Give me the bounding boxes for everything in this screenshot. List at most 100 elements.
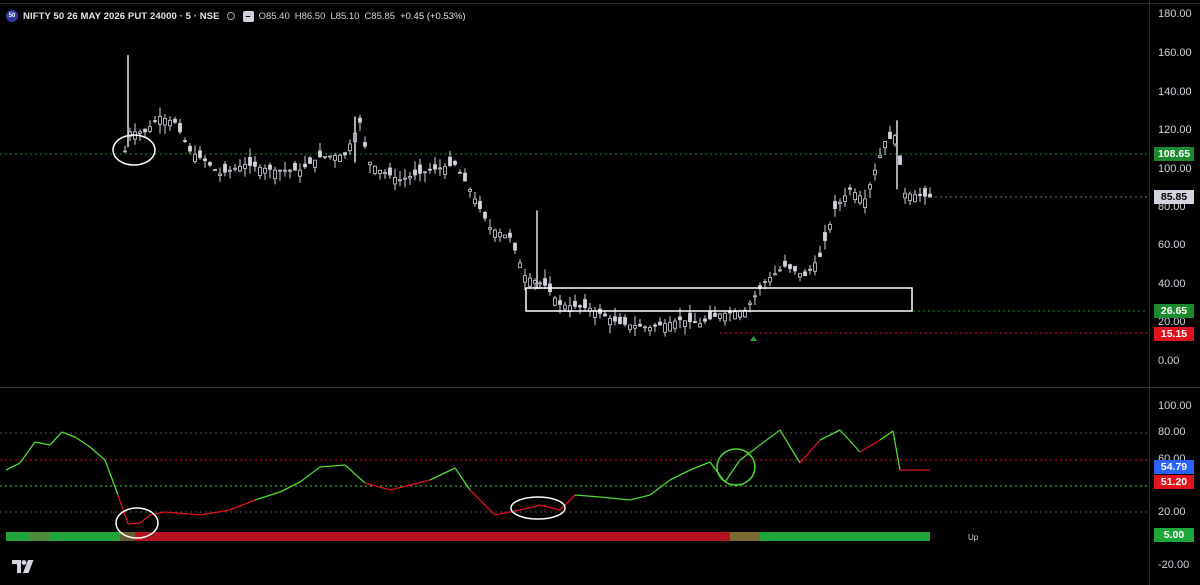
rsi-segment <box>139 514 151 524</box>
candle <box>403 168 407 188</box>
candle <box>508 228 512 243</box>
candle <box>423 171 427 183</box>
rsi-segment <box>279 481 301 493</box>
candle <box>548 276 552 296</box>
rsi-segment <box>61 431 76 438</box>
tradingview-logo-icon[interactable] <box>12 560 34 574</box>
candle <box>543 269 547 289</box>
price-label: 60.00 <box>1158 239 1186 251</box>
candle <box>358 114 362 132</box>
rsi-label: 100.00 <box>1158 400 1192 412</box>
rsi-segment <box>819 429 841 441</box>
candle <box>483 210 487 222</box>
candle <box>393 168 397 191</box>
candle <box>878 147 882 159</box>
candle <box>833 194 837 217</box>
candle <box>583 293 587 311</box>
candle <box>828 221 832 233</box>
market-status-icon[interactable] <box>226 12 235 20</box>
candle <box>913 190 917 203</box>
candle <box>473 191 477 207</box>
rsi-segment <box>859 439 881 453</box>
symbol-legend[interactable]: 50 NIFTY 50 26 MAY 2026 PUT 24000 · 5 · … <box>6 7 466 25</box>
rsi-segment <box>539 504 561 511</box>
candle <box>213 168 217 171</box>
candle <box>638 319 642 327</box>
rsi-segment <box>164 511 201 516</box>
rsi-line-series <box>5 429 930 525</box>
candle <box>838 198 842 212</box>
rsi-segment <box>299 466 321 483</box>
rsi-segment <box>34 441 51 446</box>
trend-value-tag: 5.00 <box>1154 528 1194 542</box>
candle <box>388 162 392 180</box>
candle <box>283 161 287 177</box>
candle <box>688 305 692 329</box>
high-price-tag: 108.65 <box>1154 147 1194 161</box>
candle <box>623 314 627 327</box>
symbol-title[interactable]: NIFTY 50 26 MAY 2026 PUT 24000 · 5 · NSE <box>23 11 220 22</box>
ohlc-close: C85.85 <box>364 10 396 22</box>
candle <box>503 234 507 239</box>
price-label: 40.00 <box>1158 278 1186 290</box>
rsi-segment <box>779 429 801 464</box>
low-price-tag: 15.15 <box>1154 327 1194 341</box>
candle <box>588 302 592 317</box>
up-arrow-marker <box>750 336 757 341</box>
candle <box>378 169 382 180</box>
candle <box>868 182 872 199</box>
collapse-icon[interactable]: – <box>242 10 254 22</box>
candle <box>698 317 702 328</box>
rsi-segment <box>19 441 36 464</box>
rsi-segment <box>5 462 21 471</box>
support-price-tag: 26.65 <box>1154 304 1194 318</box>
trend-ribbon-segment <box>6 532 30 541</box>
candle <box>628 324 632 333</box>
chart-canvas[interactable] <box>0 0 1200 585</box>
candle <box>253 155 257 172</box>
rsi-segment <box>629 494 651 501</box>
candle <box>218 167 222 182</box>
candle <box>288 169 292 179</box>
candle <box>333 152 337 168</box>
candle <box>398 171 402 187</box>
candle <box>418 158 422 182</box>
candle <box>313 159 317 173</box>
candle <box>173 116 177 124</box>
candle <box>488 219 492 235</box>
candle <box>513 242 517 254</box>
candle <box>318 142 322 159</box>
candle <box>863 189 867 214</box>
candle <box>858 190 862 206</box>
candle <box>663 318 667 337</box>
highlight-ellipse-rsi-mid[interactable] <box>510 496 566 520</box>
candle <box>338 153 342 162</box>
candle <box>428 162 432 174</box>
price-label: 180.00 <box>1158 8 1192 20</box>
candle <box>808 265 812 275</box>
candle <box>883 141 887 155</box>
rsi-segment <box>879 430 894 441</box>
candle <box>618 313 622 325</box>
candle <box>823 224 827 250</box>
candle <box>888 125 892 139</box>
candle <box>373 165 377 176</box>
candle <box>853 188 857 204</box>
candle <box>448 150 452 168</box>
trend-ribbon-segment <box>760 532 930 541</box>
rsi-segment <box>429 467 456 481</box>
candle <box>468 187 472 198</box>
candle <box>498 228 502 242</box>
candle <box>463 168 467 182</box>
candle <box>453 159 457 167</box>
candle <box>573 294 577 310</box>
candle <box>923 185 927 205</box>
candlestick-series <box>123 55 932 337</box>
trend-label: Up <box>968 533 979 542</box>
candle <box>903 187 907 204</box>
candle <box>843 188 847 207</box>
rsi-segment <box>469 489 496 516</box>
candle <box>898 155 902 165</box>
candle <box>728 306 732 322</box>
candle <box>268 162 272 179</box>
